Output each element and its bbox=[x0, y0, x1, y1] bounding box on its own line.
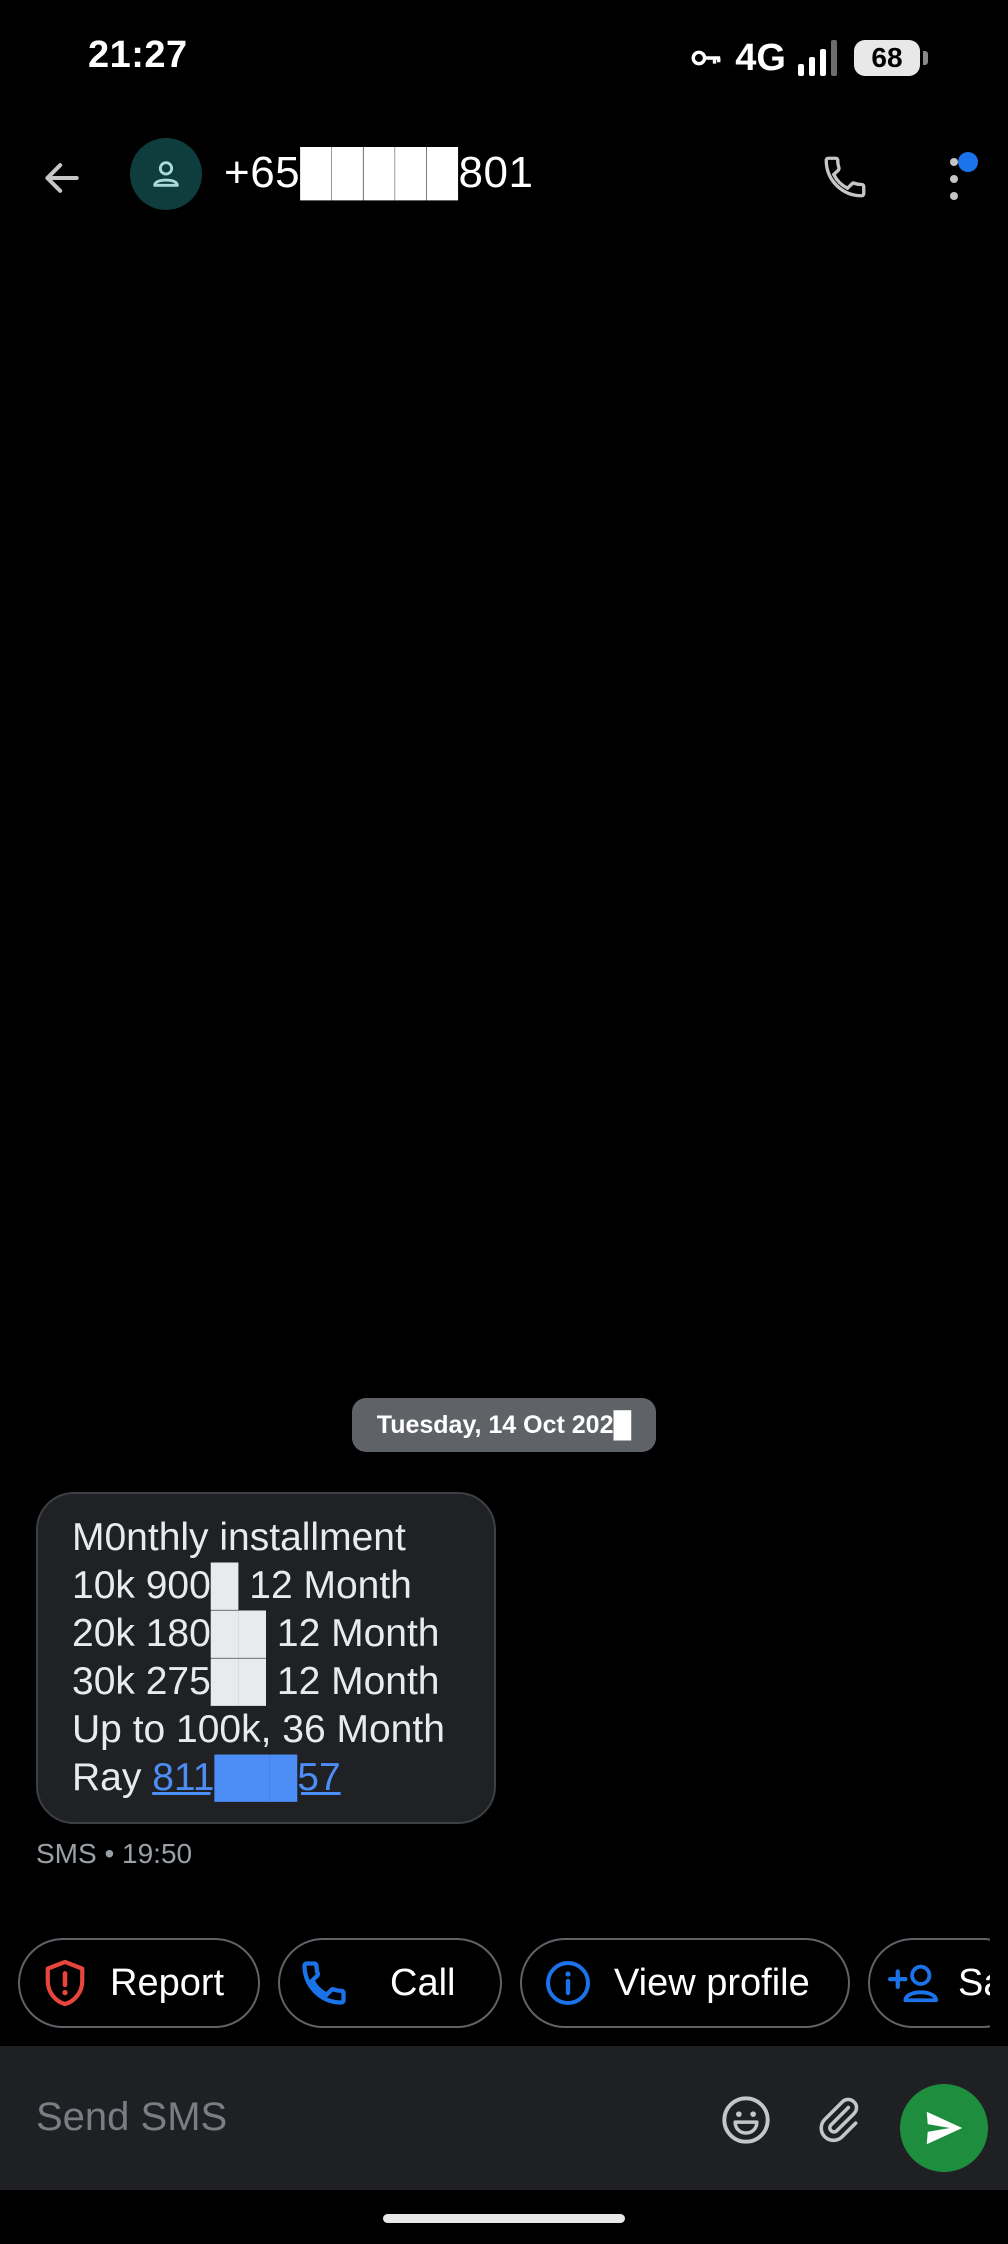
suggestion-chips: Report Call View profile Sa bbox=[0, 1938, 990, 2030]
add-person-icon bbox=[888, 1964, 938, 2003]
call-label: Call bbox=[390, 1961, 456, 2004]
message-bubble[interactable]: M0nthly installment 10k 900█ 12 Month 20… bbox=[36, 1492, 496, 1824]
avatar[interactable] bbox=[130, 138, 202, 210]
conversation-header: +65█████801 bbox=[0, 120, 1008, 232]
back-button[interactable] bbox=[30, 146, 94, 210]
attach-icon[interactable] bbox=[814, 2092, 864, 2146]
arrow-back-icon bbox=[45, 163, 79, 193]
contact-number[interactable]: +65█████801 bbox=[224, 148, 533, 198]
status-bar: 21:27 4G 68 bbox=[0, 0, 1008, 112]
network-type: 4G bbox=[735, 36, 786, 79]
person-icon bbox=[153, 161, 179, 187]
battery-level: 68 bbox=[871, 42, 903, 73]
message-line: M0nthly installment bbox=[72, 1516, 406, 1559]
home-indicator[interactable] bbox=[383, 2214, 625, 2223]
phone-number-link[interactable]: 811███57 bbox=[152, 1756, 340, 1799]
send-button[interactable] bbox=[900, 2084, 988, 2172]
report-label: Report bbox=[110, 1961, 225, 2004]
shield-alert-icon bbox=[45, 1959, 85, 2007]
message-line: 20k 180██ 12 Month bbox=[72, 1612, 440, 1655]
date-divider: Tuesday, 14 Oct 202█ bbox=[352, 1398, 656, 1452]
message-line: 10k 900█ 12 Month bbox=[72, 1564, 412, 1607]
call-button[interactable] bbox=[812, 144, 878, 210]
sms-input[interactable] bbox=[36, 2082, 676, 2152]
call-chip[interactable]: Call bbox=[278, 1938, 502, 2028]
status-time: 21:27 bbox=[88, 34, 188, 76]
message-timestamp: SMS • 19:50 bbox=[36, 1838, 193, 1869]
view-profile-chip[interactable]: View profile bbox=[520, 1938, 850, 2028]
message-line: 30k 275██ 12 Month bbox=[72, 1660, 440, 1703]
send-icon bbox=[926, 2111, 963, 2145]
info-icon bbox=[546, 1961, 590, 2005]
status-icons: 4G 68 bbox=[689, 36, 928, 80]
sender-name: Ray bbox=[72, 1756, 153, 1799]
emoji-icon[interactable] bbox=[720, 2094, 772, 2146]
save-contact-label: Sa bbox=[958, 1961, 990, 2004]
message-line: Up to 100k, 36 Month bbox=[72, 1708, 445, 1751]
signal-icon bbox=[798, 40, 837, 76]
view-profile-label: View profile bbox=[614, 1961, 810, 2004]
phone-icon bbox=[302, 1961, 346, 2005]
message-composer bbox=[0, 2046, 1008, 2190]
message-line-contact: Ray 811███57 bbox=[72, 1754, 494, 1802]
phone-icon bbox=[824, 156, 866, 198]
report-chip[interactable]: Report bbox=[18, 1938, 260, 2028]
save-contact-chip[interactable]: Sa bbox=[868, 1938, 990, 2028]
vpn-key-icon bbox=[691, 50, 721, 66]
battery-icon: 68 bbox=[854, 40, 928, 76]
notification-dot bbox=[958, 152, 978, 172]
